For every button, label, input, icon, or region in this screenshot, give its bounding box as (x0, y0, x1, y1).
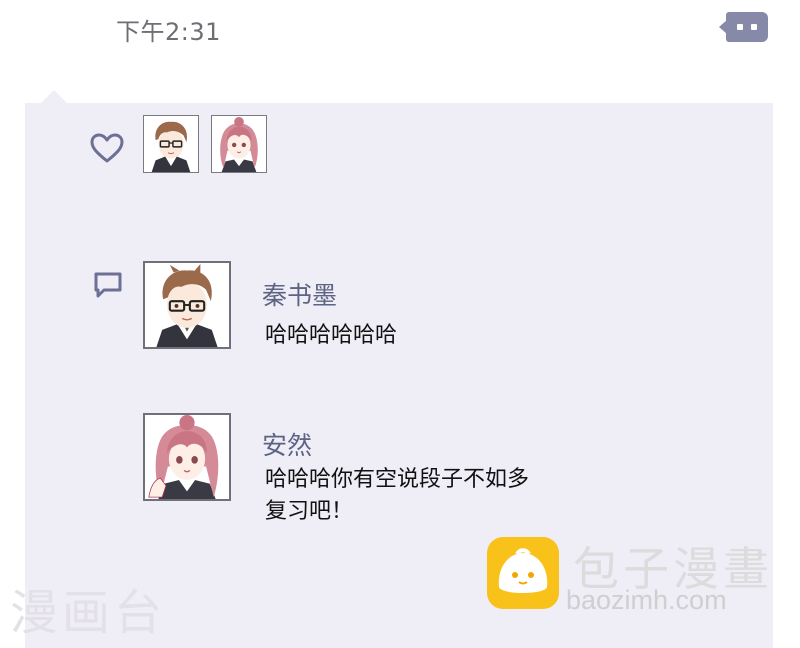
more-dots-icon (751, 24, 757, 30)
panel-arrow (40, 90, 68, 104)
more-button[interactable] (719, 12, 768, 42)
comment-author[interactable]: 秦书墨 (262, 276, 337, 312)
bun-icon (498, 548, 548, 593)
more-dots-icon (737, 24, 743, 30)
heart-icon[interactable] (89, 132, 125, 164)
comment-avatar-girl[interactable] (143, 413, 231, 501)
comment-text: 哈哈哈你有空说段子不如多 复习吧！ (265, 467, 530, 524)
comment-icon[interactable] (92, 270, 124, 300)
brand-logo (487, 537, 559, 609)
brand-url: baozimh.com (566, 585, 727, 615)
timestamp: 下午2:31 (116, 18, 221, 46)
comment-text: 哈哈哈哈哈哈 (265, 323, 398, 348)
like-avatar-girl[interactable] (211, 115, 267, 173)
like-avatar-boy[interactable] (143, 115, 199, 173)
watermark-left: 漫画台 (10, 585, 167, 641)
comment-avatar-boy[interactable] (143, 261, 231, 349)
comment-author[interactable]: 安然 (262, 426, 312, 462)
